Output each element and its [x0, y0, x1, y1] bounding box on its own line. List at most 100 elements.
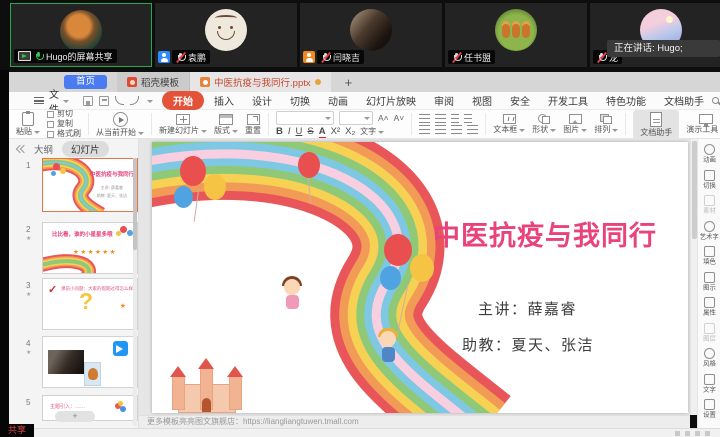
animation-panel-button[interactable]: 动画 — [702, 144, 717, 164]
font-color-button[interactable]: A — [319, 127, 326, 137]
undo-icon[interactable] — [115, 96, 124, 105]
textbox-button[interactable]: 文本框 — [493, 114, 525, 134]
tab-slideshow[interactable]: 幻灯片放映 — [358, 91, 424, 110]
balloon-red — [298, 152, 320, 178]
arrange-button[interactable]: 排列 — [594, 114, 618, 134]
tab-review[interactable]: 审阅 — [426, 91, 462, 110]
tab-devtools[interactable]: 开发工具 — [540, 91, 596, 110]
strikethrough-button[interactable]: S — [307, 127, 313, 137]
cut-button[interactable]: 剪切 — [47, 110, 81, 118]
decrease-font-icon[interactable]: A˅ — [394, 113, 405, 123]
text-tool-button[interactable]: 文字 — [360, 128, 384, 136]
tab-current-document[interactable]: 中医抗疫与我同行.pptx — [190, 72, 331, 92]
slide-thumbnail-1[interactable]: 中医抗疫与我同行 主讲: 薛嘉睿 助教: 夏天、张洁 — [42, 158, 138, 212]
save-icon[interactable] — [83, 96, 93, 106]
slide-thumbnail-2[interactable]: 比比看，谁的小星星多哦 ★★★★★★ — [42, 222, 138, 274]
participant-tile-5[interactable]: 龙 — [590, 3, 720, 67]
underline-button[interactable]: U — [296, 127, 303, 137]
tab-special-features[interactable]: 特色功能 — [598, 91, 654, 110]
panel-scrollbar[interactable] — [133, 158, 137, 426]
participant-tile-3[interactable]: 闫晓吉 — [300, 3, 442, 67]
subscript-button[interactable]: X₂ — [345, 127, 355, 137]
doc-helper-button[interactable]: 文档助手 — [633, 110, 679, 139]
layers-panel-button[interactable]: 图层 — [702, 323, 717, 343]
tab-security[interactable]: 安全 — [502, 91, 538, 110]
balloon-icon — [60, 168, 66, 174]
canvas-scrollbar[interactable] — [690, 139, 697, 415]
increase-font-icon[interactable]: A˄ — [378, 113, 389, 123]
picture-button[interactable]: 图片 — [563, 114, 587, 134]
play-from-current-button[interactable]: 从当前开始 — [96, 112, 144, 137]
animation-indicator-icon: ★ — [26, 291, 31, 298]
material-panel-button[interactable]: 素材 — [702, 195, 717, 215]
cartoon-boy — [374, 328, 402, 366]
home-button[interactable]: 首页 — [64, 75, 107, 89]
slides-tab[interactable]: 幻灯片 — [62, 141, 109, 157]
slide-thumbnail-4[interactable] — [42, 336, 138, 388]
text-panel-button[interactable]: 文字 — [702, 374, 717, 394]
style-panel-button[interactable]: 风格 — [702, 348, 717, 368]
line-spacing-icon[interactable] — [467, 125, 478, 134]
tab-doc-assistant[interactable]: 文档助手 — [656, 91, 712, 110]
new-tab-button[interactable]: + — [345, 76, 353, 89]
outdent-icon[interactable] — [451, 114, 459, 123]
participant-tile-hugo[interactable]: Hugo的屏幕共享 — [10, 3, 152, 67]
tab-insert[interactable]: 插入 — [206, 91, 242, 110]
wps-titlebar: 首页 稻壳模板 中医抗疫与我同行.pptx + — [9, 72, 720, 92]
new-slide-button[interactable]: 新建幻灯片 — [159, 114, 207, 135]
superscript-button[interactable]: X² — [331, 127, 341, 137]
view-normal-icon[interactable] — [675, 431, 680, 436]
mic-muted-icon — [452, 52, 461, 63]
slide-thumbnail-3[interactable]: ✓ 课前小问题：大家的假期过得怎么样？ ? ★ — [42, 278, 138, 330]
outline-tab[interactable]: 大纲 — [34, 142, 53, 156]
indent-icon[interactable] — [464, 114, 472, 123]
bold-button[interactable]: B — [276, 127, 283, 137]
italic-button[interactable]: I — [288, 127, 291, 137]
cut-icon — [47, 111, 54, 118]
redo-icon[interactable] — [130, 96, 139, 105]
font-size-combo[interactable] — [339, 111, 373, 125]
print-icon[interactable] — [99, 96, 109, 106]
add-slide-button[interactable]: + — [55, 411, 95, 422]
tab-transition[interactable]: 切换 — [282, 91, 318, 110]
format-painter-button[interactable]: 格式刷 — [47, 130, 81, 138]
shape-button[interactable]: 形状 — [532, 114, 556, 134]
bullet-list-icon[interactable] — [419, 114, 430, 123]
transition-panel-button[interactable]: 切换 — [702, 170, 717, 190]
tab-home[interactable]: 开始 — [162, 91, 204, 110]
properties-icon — [704, 297, 715, 308]
font-family-combo[interactable] — [276, 111, 334, 125]
diagram-panel-button[interactable]: 图示 — [702, 272, 717, 292]
present-tools-button[interactable]: 演示工具 — [686, 114, 720, 134]
align-left-icon[interactable] — [419, 125, 430, 134]
view-read-icon[interactable] — [695, 431, 700, 436]
collapse-panel-icon[interactable] — [17, 145, 25, 153]
participant-tile-4[interactable]: 任书盟 — [445, 3, 587, 67]
play-icon — [113, 112, 128, 127]
wordart-panel-button[interactable]: 艺术字 — [698, 221, 720, 241]
balloon-yellow — [204, 174, 226, 200]
fill-color-panel-button[interactable]: 填色 — [702, 246, 717, 266]
paste-button[interactable]: 粘贴 — [16, 112, 40, 136]
view-play-icon[interactable] — [705, 431, 710, 436]
participant-tile-2[interactable]: 袁鹏 — [155, 3, 297, 67]
avatar-photo — [350, 9, 392, 51]
copy-button[interactable]: 复制 — [47, 120, 81, 128]
properties-panel-button[interactable]: 属性 — [702, 297, 717, 317]
settings-panel-button[interactable]: 设置 — [702, 399, 717, 419]
search-icon[interactable] — [712, 97, 719, 104]
current-slide[interactable]: 中医抗疫与我同行 主讲：薛嘉睿 助教：夏天、张洁 — [152, 142, 688, 413]
view-sorter-icon[interactable] — [685, 431, 690, 436]
hamburger-icon[interactable] — [34, 97, 44, 104]
align-center-icon[interactable] — [435, 125, 446, 134]
align-right-icon[interactable] — [451, 125, 462, 134]
layout-button[interactable]: 版式 — [214, 114, 238, 135]
thumb-photo — [48, 350, 84, 374]
tab-design[interactable]: 设计 — [244, 91, 280, 110]
reset-button[interactable]: 重置 — [245, 114, 261, 135]
tab-docer-templates[interactable]: 稻壳模板 — [117, 72, 190, 92]
chevron-down-icon[interactable] — [147, 100, 153, 106]
tab-view[interactable]: 视图 — [464, 91, 500, 110]
numbered-list-icon[interactable] — [435, 114, 446, 123]
tab-animation[interactable]: 动画 — [320, 91, 356, 110]
